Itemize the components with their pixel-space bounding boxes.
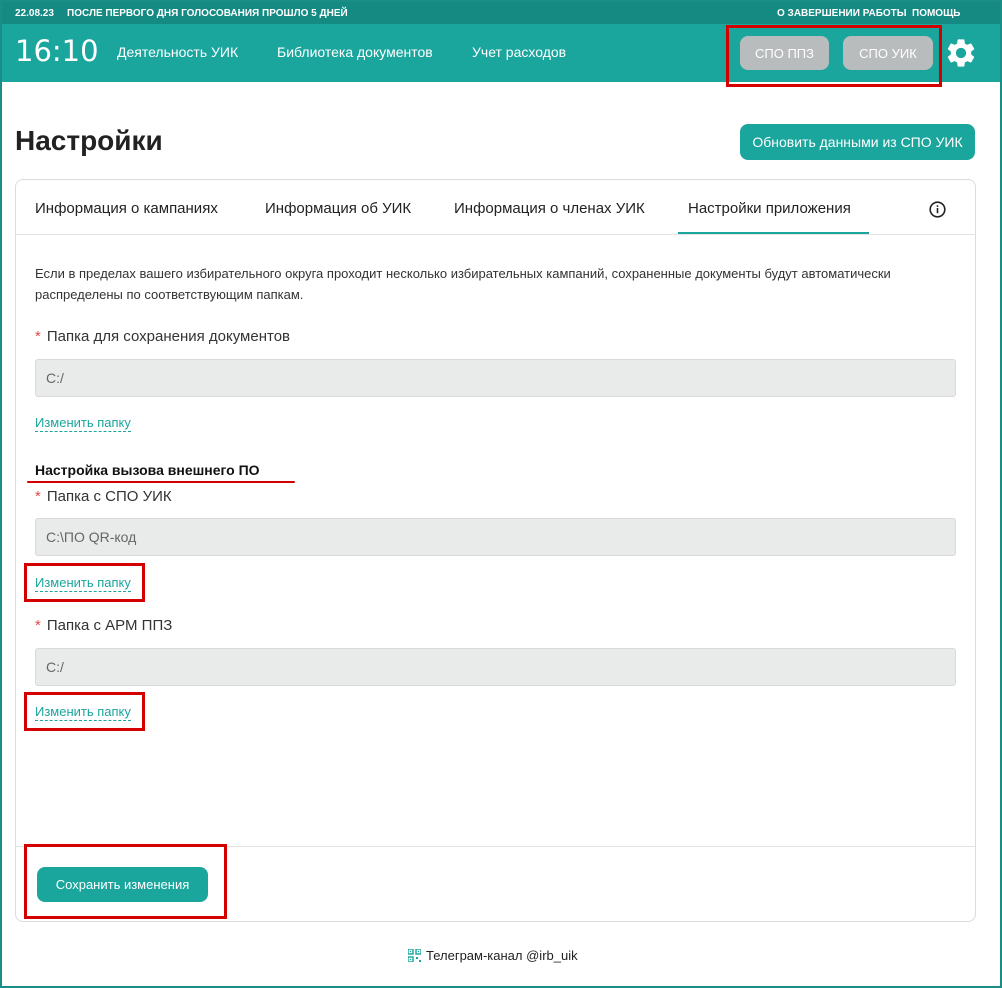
- gear-icon[interactable]: [944, 36, 980, 70]
- telegram-channel-text: Телеграм-канал @irb_uik: [426, 948, 578, 963]
- finish-work-link[interactable]: О ЗАВЕРШЕНИИ РАБОТЫ: [777, 8, 907, 19]
- clock: 16:10: [15, 34, 99, 68]
- required-mark: *: [35, 488, 41, 505]
- tabs-divider: [15, 234, 976, 235]
- tab-uik-info[interactable]: Информация об УИК: [265, 200, 411, 217]
- tab-campaign-info[interactable]: Информация о кампаниях: [35, 200, 218, 217]
- spo-ppz-button[interactable]: СПО ППЗ: [740, 36, 829, 70]
- nav-document-library[interactable]: Библиотека документов: [277, 44, 433, 60]
- spo-uik-folder-label-text: Папка с СПО УИК: [46, 488, 172, 505]
- change-spo-uik-folder-link[interactable]: Изменить папку: [35, 575, 131, 592]
- qr-code-icon: [408, 949, 421, 962]
- nav-expense-accounting[interactable]: Учет расходов: [472, 44, 566, 60]
- spo-uik-folder-label: * Папка с СПО УИК: [35, 488, 172, 505]
- change-docs-folder-link[interactable]: Изменить папку: [35, 415, 131, 432]
- change-arm-ppz-folder-link[interactable]: Изменить папку: [35, 704, 131, 721]
- annotation-underline: [27, 481, 295, 483]
- tab-app-settings[interactable]: Настройки приложения: [688, 200, 851, 217]
- tab-uik-members-info[interactable]: Информация о членах УИК: [454, 200, 645, 217]
- voting-notice: ПОСЛЕ ПЕРВОГО ДНЯ ГОЛОСОВАНИЯ ПРОШЛО 5 Д…: [67, 8, 348, 19]
- spo-uik-button[interactable]: СПО УИК: [843, 36, 933, 70]
- arm-ppz-folder-label-text: Папка с АРМ ППЗ: [46, 617, 173, 634]
- card-footer-divider: [15, 846, 976, 847]
- update-from-spo-uik-button[interactable]: Обновить данными из СПО УИК: [740, 124, 975, 160]
- top-notice-bar: 22.08.23 ПОСЛЕ ПЕРВОГО ДНЯ ГОЛОСОВАНИЯ П…: [2, 2, 1000, 24]
- save-changes-button[interactable]: Сохранить изменения: [37, 867, 208, 902]
- nav-uik-activity[interactable]: Деятельность УИК: [117, 44, 238, 60]
- help-link[interactable]: ПОМОЩЬ: [912, 8, 960, 19]
- docs-folder-field[interactable]: C:/: [35, 359, 956, 397]
- required-mark: *: [35, 328, 41, 345]
- current-date: 22.08.23: [15, 8, 54, 19]
- arm-ppz-folder-label: * Папка с АРМ ППЗ: [35, 617, 172, 634]
- docs-folder-label: * Папка для сохранения документов: [35, 328, 290, 345]
- docs-folder-label-text: Папка для сохранения документов: [46, 328, 291, 345]
- telegram-channel-link[interactable]: Телеграм-канал @irb_uik: [408, 948, 578, 963]
- spo-uik-folder-field[interactable]: C:\ПО QR-код: [35, 518, 956, 556]
- required-mark: *: [35, 617, 41, 634]
- page-title: Настройки: [15, 125, 163, 156]
- info-icon[interactable]: [929, 201, 946, 218]
- arm-ppz-folder-field[interactable]: C:/: [35, 648, 956, 686]
- settings-description: Если в пределах вашего избирательного ок…: [35, 266, 891, 302]
- external-software-section-title: Настройка вызова внешнего ПО: [35, 462, 260, 478]
- main-header: 16:10 Деятельность УИК Библиотека докуме…: [2, 24, 1000, 82]
